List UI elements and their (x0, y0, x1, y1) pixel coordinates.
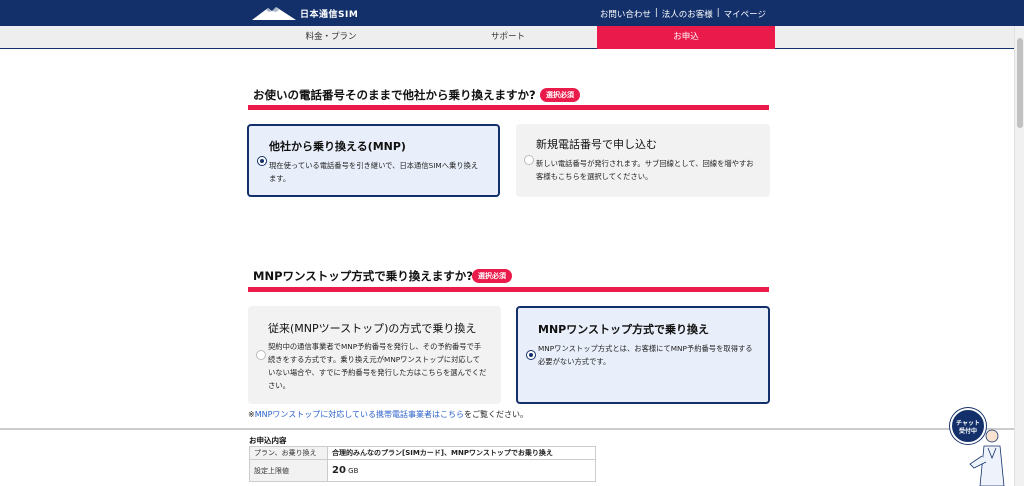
chat-widget[interactable]: チャット 受付中 (946, 406, 1006, 486)
data-cap-number: 20 (332, 465, 346, 476)
summary-table: プラン、お乗り換え 合理的みんなのプラン[SIMカード]、MNPワンストップでお… (249, 446, 596, 482)
scrollbar-thumb[interactable] (1017, 38, 1023, 128)
section-onestop-title: MNPワンストップ方式で乗り換えますか? (253, 269, 473, 283)
note-suffix: をご覧ください。 (464, 410, 529, 419)
data-cap-unit: GB (348, 467, 359, 475)
required-badge: 選択必須 (540, 88, 580, 102)
option-mnp-card[interactable]: 他社から乗り換える(MNP) 現在使っている電話番号を引き継いで、日本通信SIM… (247, 124, 500, 197)
option-mnp-radio[interactable] (257, 156, 267, 166)
table-row: 設定上限値 20 GB (249, 459, 596, 482)
summary-title: お申込内容 (249, 436, 287, 445)
onestop-carrier-link[interactable]: MNPワンストップに対応している携帯電話事業者はこちら (255, 410, 464, 419)
summary-label: 設定上限値 (249, 459, 328, 482)
option-onestop-radio[interactable] (526, 350, 536, 360)
section-mnp-title: お使いの電話番号そのままで他社から乗り換えますか? (253, 88, 536, 102)
chat-badge-line2: 受付中 (958, 428, 977, 435)
option-new-number-card[interactable]: 新規電話番号で申し込む 新しい電話番号が発行されます。サブ回線として、回線を増や… (516, 124, 770, 197)
summary-value: 合理的みんなのプラン[SIMカード]、MNPワンストップでお乗り換え (327, 446, 596, 460)
mypage-link[interactable]: マイページ (724, 8, 766, 20)
summary-value-cell: 20 GB (327, 459, 596, 482)
option-description: 契約中の通信事業者でMNP予約番号を発行し、その予約番号で手続きをする方式です。… (268, 342, 487, 390)
section-divider (248, 105, 769, 110)
nav-item-plans[interactable]: 料金・プラン (242, 26, 420, 49)
onestop-carrier-note: ※MNPワンストップに対応している携帯電話事業者はこちらをご覧ください。 (248, 409, 528, 420)
option-description: MNPワンストップ方式とは、お客様にてMNP予約番号を取得する必要がない方式です… (538, 344, 753, 366)
mountain-logo-icon (252, 7, 296, 20)
site-logo[interactable]: 日本通信SIM (252, 4, 358, 22)
option-description: 新しい電話番号が発行されます。サブ回線として、回線を増やすお客様もこちらを選択し… (536, 159, 754, 181)
chat-badge-line1: チャット (956, 420, 980, 427)
option-title: 他社から乗り換える(MNP) (269, 140, 406, 153)
page-scrollbar[interactable] (1014, 26, 1024, 486)
option-title: 従来(MNPツーストップ)の方式で乗り換え (268, 322, 477, 335)
section-divider (248, 287, 769, 292)
separator: | (716, 8, 720, 18)
option-twostop-radio[interactable] (256, 350, 266, 360)
nav-item-apply[interactable]: お申込 (597, 26, 775, 49)
logo-text: 日本通信SIM (300, 9, 359, 20)
option-twostop-card[interactable]: 従来(MNPツーストップ)の方式で乗り換え 契約中の通信事業者でMNP予約番号を… (248, 306, 501, 404)
required-badge: 選択必須 (472, 269, 512, 283)
corporate-link[interactable]: 法人のお客様 (662, 8, 713, 20)
separator: | (654, 8, 658, 18)
chat-badge[interactable]: チャット 受付中 (950, 408, 986, 444)
option-new-number-radio[interactable] (524, 155, 534, 165)
option-title: MNPワンストップ方式で乗り換え (538, 323, 709, 336)
order-summary-panel: お申込内容 プラン、お乗り換え 合理的みんなのプラン[SIMカード]、MNPワン… (0, 428, 1014, 486)
nav-item-support[interactable]: サポート (419, 26, 597, 49)
option-onestop-card[interactable]: MNPワンストップ方式で乗り換え MNPワンストップ方式とは、お客様にてMNP予… (516, 306, 770, 404)
summary-label: プラン、お乗り換え (249, 446, 328, 460)
contact-link[interactable]: お問い合わせ (600, 8, 651, 20)
site-header: 日本通信SIM お問い合わせ | 法人のお客様 | マイページ (0, 0, 1024, 26)
table-row: プラン、お乗り換え 合理的みんなのプラン[SIMカード]、MNPワンストップでお… (249, 446, 596, 460)
note-prefix: ※ (248, 410, 255, 419)
main-nav: 料金・プラン サポート お申込 (0, 26, 1024, 49)
option-description: 現在使っている電話番号を引き継いで、日本通信SIMへ乗り換えます。 (269, 161, 479, 183)
header-links: お問い合わせ | 法人のお客様 | マイページ (600, 8, 766, 20)
option-title: 新規電話番号で申し込む (536, 138, 657, 151)
